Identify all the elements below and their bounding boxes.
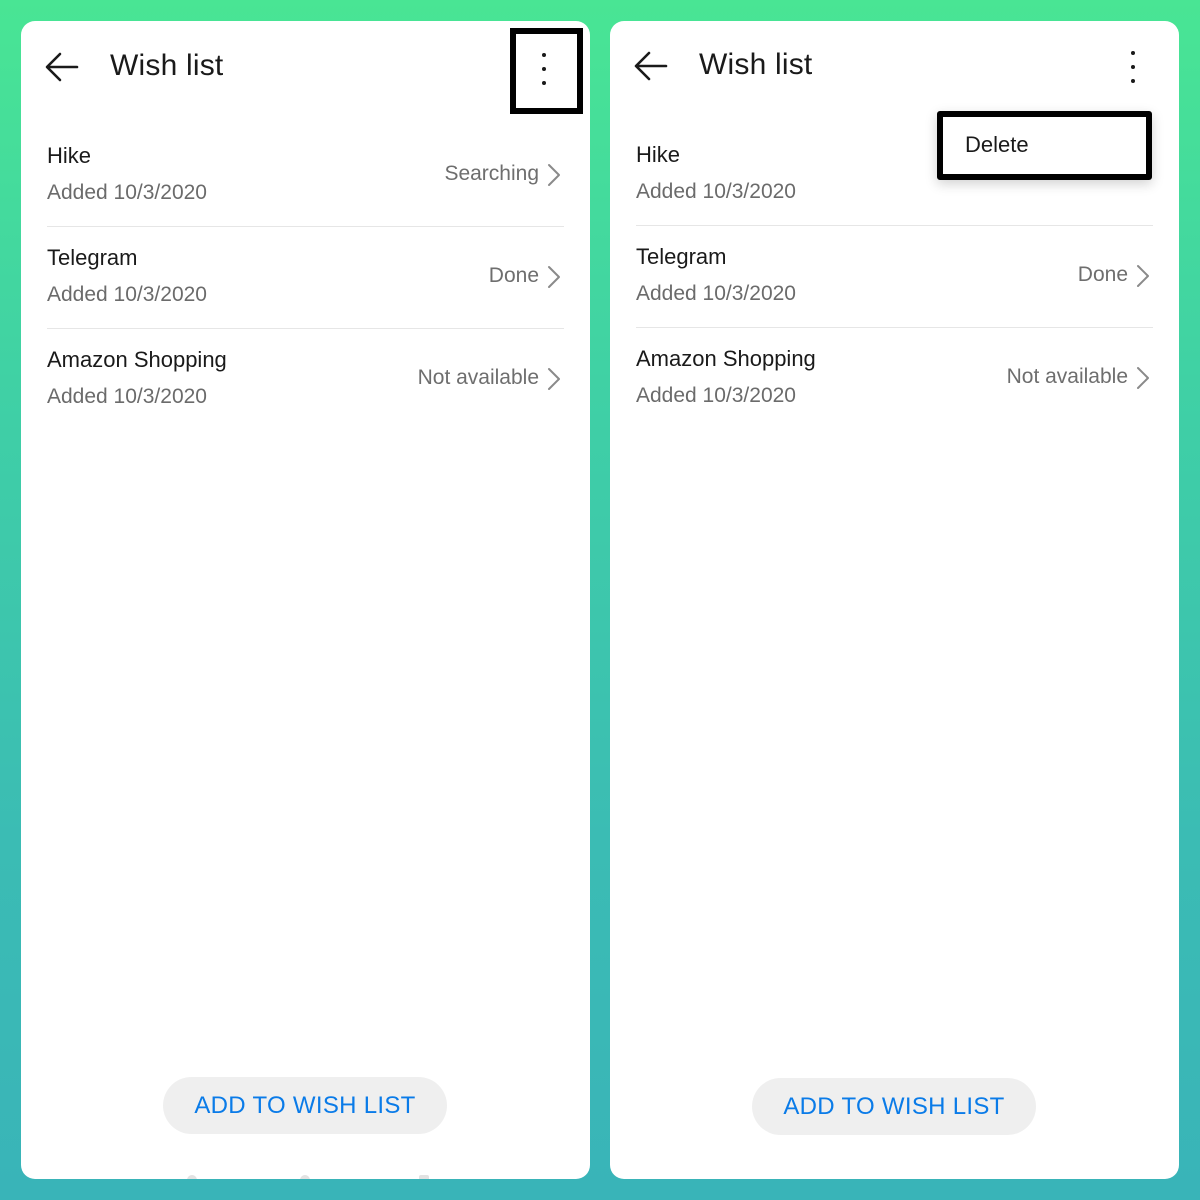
- arrow-left-icon: [634, 51, 668, 81]
- more-vertical-icon-dot: [542, 81, 546, 85]
- more-vertical-icon: [1131, 51, 1135, 55]
- added-date: Added 10/3/2020: [636, 180, 796, 203]
- delete-menu-item[interactable]: Delete: [965, 132, 1029, 158]
- chevron-right-icon: [548, 368, 560, 390]
- list-item[interactable]: Amazon Shopping Added 10/3/2020 Not avai…: [47, 328, 564, 430]
- right-screen: Wish list Hike Added 10/3/2020 Telegram …: [610, 21, 1179, 1179]
- added-date: Added 10/3/2020: [47, 181, 207, 204]
- back-button[interactable]: [630, 46, 676, 86]
- nav-recent-hint: [419, 1175, 429, 1179]
- status-label: Not available: [417, 366, 539, 389]
- more-vertical-icon-dot: [1131, 65, 1135, 69]
- more-vertical-icon-dot: [1131, 79, 1135, 83]
- list-item[interactable]: Hike Added 10/3/2020 Searching: [47, 125, 564, 226]
- added-date: Added 10/3/2020: [47, 283, 207, 306]
- app-name: Telegram: [47, 245, 138, 270]
- list-item[interactable]: Telegram Added 10/3/2020 Done: [47, 226, 564, 328]
- list-item[interactable]: Amazon Shopping Added 10/3/2020 Not avai…: [636, 327, 1153, 429]
- status-label: Done: [1077, 263, 1128, 286]
- list-item[interactable]: Telegram Added 10/3/2020 Done: [636, 225, 1153, 327]
- status-label: Searching: [444, 162, 539, 185]
- overflow-menu: Delete: [937, 111, 1152, 180]
- added-date: Added 10/3/2020: [636, 384, 796, 407]
- app-bar: Wish list: [610, 21, 1179, 121]
- chevron-right-icon: [548, 164, 560, 186]
- more-options-button[interactable]: [520, 43, 568, 95]
- left-screen: Wish list Hike Added 10/3/2020 Searching…: [21, 21, 590, 1179]
- app-bar: Wish list: [21, 21, 590, 121]
- back-button[interactable]: [41, 47, 87, 87]
- status-label: Done: [488, 264, 539, 287]
- app-name: Hike: [636, 142, 681, 167]
- more-vertical-icon: [542, 53, 546, 57]
- wish-list: Hike Added 10/3/2020 Searching Telegram …: [47, 125, 564, 430]
- app-name: Telegram: [636, 244, 727, 269]
- chevron-right-icon: [548, 266, 560, 288]
- chevron-right-icon: [1137, 367, 1149, 389]
- added-date: Added 10/3/2020: [636, 282, 796, 305]
- add-to-wish-list-button[interactable]: ADD TO WISH LIST: [752, 1078, 1036, 1135]
- added-date: Added 10/3/2020: [47, 385, 207, 408]
- add-to-wish-list-button[interactable]: ADD TO WISH LIST: [163, 1077, 447, 1134]
- app-name: Amazon Shopping: [636, 346, 816, 371]
- more-options-button[interactable]: [1109, 41, 1157, 93]
- app-name: Amazon Shopping: [47, 347, 227, 372]
- status-label: Not available: [1006, 365, 1128, 388]
- arrow-left-icon: [45, 52, 79, 82]
- app-name: Hike: [47, 143, 92, 168]
- nav-home-hint: [300, 1175, 310, 1179]
- nav-back-hint: [187, 1175, 197, 1179]
- page-title: Wish list: [110, 49, 224, 82]
- more-vertical-icon-dot: [542, 67, 546, 71]
- chevron-right-icon: [1137, 265, 1149, 287]
- page-title: Wish list: [699, 48, 813, 81]
